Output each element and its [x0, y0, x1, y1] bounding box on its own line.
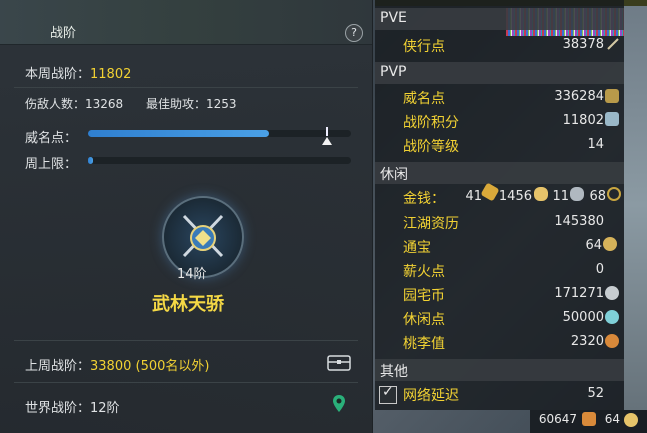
section-leisure-header: 休闲	[375, 162, 624, 184]
map-pin-icon	[333, 395, 345, 412]
section-pvp-header: PVP	[375, 62, 624, 84]
jianghu-label: 江湖资历	[403, 216, 459, 232]
taoli-value: 2320	[570, 334, 604, 349]
leisure-points-label: 休闲点	[403, 312, 445, 328]
jianghu-value: 145380	[554, 214, 604, 229]
rank-points-label: 战阶积分	[403, 115, 459, 131]
pve-label: 侠行点	[403, 39, 445, 55]
week-rank-value: 11802	[90, 67, 132, 82]
last-week-value: 33800 (500名以外)	[90, 359, 210, 374]
assist-stat: 最佳助攻：1253	[146, 97, 237, 111]
rank-level-value: 14	[587, 137, 604, 152]
panel-header: 战阶	[0, 0, 372, 45]
footer-value-b: 64	[604, 412, 620, 426]
pve-value: 38378	[562, 37, 604, 52]
divider	[14, 87, 358, 88]
money-gold: 41	[465, 189, 482, 204]
latency-value: 52	[587, 386, 604, 401]
help-button[interactable]: ?	[345, 24, 363, 42]
rank-level: 14阶	[177, 267, 207, 282]
leaf-icon	[605, 310, 619, 324]
silver-ingot-icon	[534, 187, 548, 201]
rank-points-value: 11802	[562, 113, 604, 128]
mask-icon	[605, 89, 619, 103]
reward-chest-button[interactable]	[327, 353, 351, 371]
last-week-rank: 上周战阶：33800 (500名以外)	[25, 355, 209, 374]
money-label: 金钱：	[403, 191, 445, 207]
leisure-points-value: 50000	[562, 310, 604, 325]
cap-progress-bar	[88, 157, 351, 164]
money-other: 68	[589, 189, 606, 204]
copper-ingot-icon	[570, 187, 584, 201]
fame-points-value: 336284	[554, 89, 604, 104]
kills-stat: 伤敌人数：13268	[25, 97, 124, 111]
week-rank-label: 本周战阶：	[25, 67, 91, 82]
cap-progress-fill	[88, 157, 94, 164]
latency-checkbox[interactable]	[379, 384, 397, 404]
fame-progress-bar	[88, 130, 351, 137]
flag-icon[interactable]	[582, 412, 596, 426]
latency-label: 网络延迟	[403, 388, 459, 404]
section-other-header: 其他	[375, 359, 624, 381]
tongbao-value: 64	[585, 238, 602, 253]
fame-points-label: 威名点	[403, 91, 445, 107]
xinhuo-label: 薪火点	[403, 264, 445, 280]
divider	[14, 382, 358, 383]
section-pve-header: PVE	[375, 8, 624, 30]
xinhuo-value: 0	[595, 262, 604, 277]
footer-value-a: 60647	[538, 412, 577, 426]
fame-label: 威名点：	[25, 131, 78, 146]
fame-marker-arrow-icon	[322, 137, 332, 145]
garden-coin-icon	[605, 286, 619, 300]
money-copper: 11	[552, 189, 569, 204]
world-rank: 世界战阶：12阶	[25, 401, 120, 416]
scene-edge	[624, 0, 647, 410]
coin-icon[interactable]	[624, 413, 638, 427]
coin-icon	[607, 187, 621, 201]
location-pin-button[interactable]	[332, 394, 346, 418]
brush-icon	[606, 37, 620, 51]
rank-title: 武林天骄	[152, 294, 224, 315]
rank-badge-icon	[605, 112, 619, 126]
peach-icon	[605, 334, 619, 348]
garden-coin-label: 园宅币	[403, 288, 445, 304]
garden-coin-value: 171271	[554, 286, 604, 301]
tongbao-label: 通宝	[403, 240, 431, 256]
chest-icon	[327, 355, 351, 371]
money-silver: 1456	[498, 189, 532, 204]
rank-level-label: 战阶等级	[403, 139, 459, 155]
fame-progress-fill	[88, 130, 270, 137]
cap-label: 周上限：	[25, 157, 78, 172]
divider	[14, 340, 358, 341]
tongbao-coin-icon	[603, 237, 617, 251]
fame-marker	[326, 127, 328, 136]
last-week-label: 上周战阶：	[25, 359, 91, 374]
week-rank: 本周战阶：11802	[25, 63, 131, 82]
taoli-label: 桃李值	[403, 336, 445, 352]
panel-title: 战阶	[50, 26, 77, 41]
